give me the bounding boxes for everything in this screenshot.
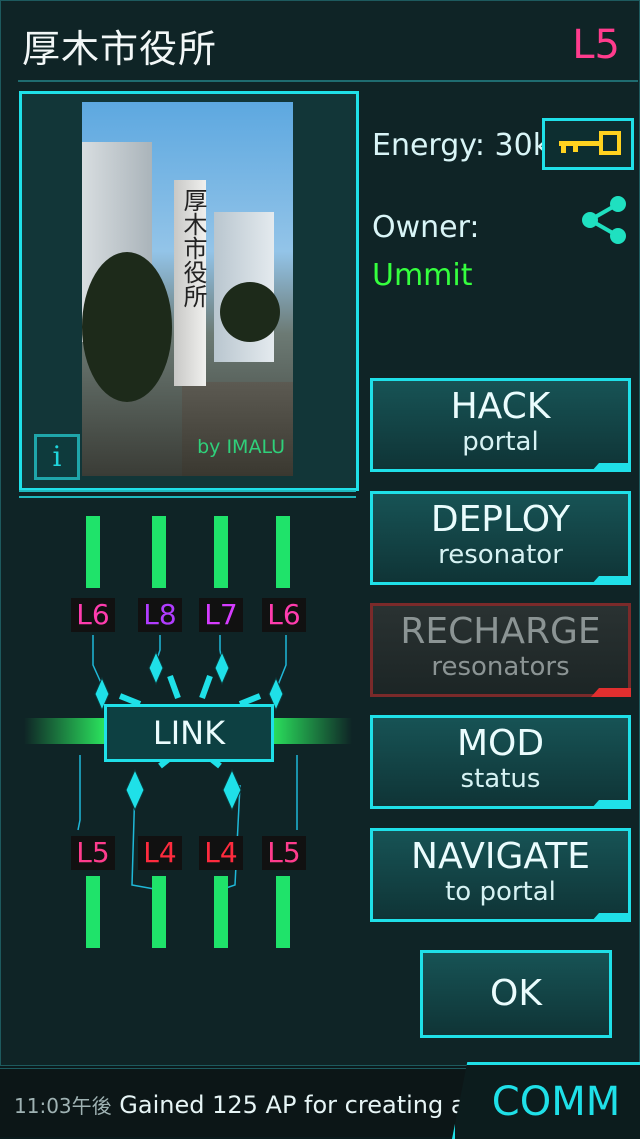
hack-button[interactable]: HACK portal	[370, 378, 631, 472]
photo-credit: by IMALU	[197, 436, 285, 458]
resonator-level-top-2[interactable]: L8	[138, 598, 182, 632]
owner-label: Owner:	[372, 210, 480, 245]
portal-title: 厚木市役所	[22, 27, 218, 71]
mod-title: MOD	[456, 723, 545, 764]
portal-photo[interactable]: 厚木市役所 by IMALU	[82, 102, 293, 476]
resonator-level-bottom-2[interactable]: L4	[138, 836, 182, 870]
resonator-bar-top-4	[276, 516, 290, 588]
tree-right	[220, 282, 280, 342]
ok-button[interactable]: OK	[420, 950, 612, 1038]
hack-subtitle: portal	[462, 427, 539, 457]
hack-title: HACK	[450, 386, 551, 427]
button-corner	[591, 463, 631, 472]
button-corner	[591, 576, 631, 585]
comm-ticker[interactable]: 11:03午後 Gained 125 AP for creating a Res…	[14, 1090, 474, 1119]
resonator-bar-top-2	[152, 516, 166, 588]
portal-level: L5	[572, 22, 620, 68]
link-button[interactable]: LINK	[104, 704, 274, 762]
resonator-bar-bottom-4	[276, 876, 290, 948]
city-hall-sign: 厚木市役所	[174, 180, 207, 386]
navigate-subtitle: to portal	[445, 877, 556, 907]
photo-divider	[19, 490, 356, 492]
energy-label: Energy:	[372, 128, 485, 163]
resonator-bar-bottom-3	[214, 876, 228, 948]
resonator-bar-top-1	[86, 516, 100, 588]
resonator-level-top-4[interactable]: L6	[262, 598, 306, 632]
mod-button[interactable]: MOD status	[370, 715, 631, 809]
ok-label: OK	[490, 973, 542, 1014]
deploy-subtitle: resonator	[438, 540, 563, 570]
recharge-button[interactable]: RECHARGE resonators	[370, 603, 631, 697]
button-corner	[591, 913, 631, 922]
navigate-button[interactable]: NAVIGATE to portal	[370, 828, 631, 922]
info-icon[interactable]: i	[34, 434, 80, 480]
resonator-level-top-3[interactable]: L7	[199, 598, 243, 632]
owner-name[interactable]: Ummit	[372, 258, 473, 293]
resonator-level-bottom-3[interactable]: L4	[199, 836, 243, 870]
sidewalk	[182, 382, 293, 476]
mod-subtitle: status	[460, 764, 541, 794]
tree-left	[82, 252, 172, 402]
resonator-level-top-1[interactable]: L6	[71, 598, 115, 632]
link-glow-right	[270, 718, 352, 744]
comm-tab[interactable]: COMM	[452, 1062, 640, 1139]
link-glow-left	[24, 718, 106, 744]
recharge-subtitle: resonators	[431, 652, 570, 682]
resonator-level-bottom-4[interactable]: L5	[262, 836, 306, 870]
resonator-level-bottom-1[interactable]: L5	[71, 836, 115, 870]
link-label: LINK	[152, 714, 226, 752]
share-icon[interactable]	[578, 194, 630, 246]
resonator-bar-bottom-2	[152, 876, 166, 948]
key-button[interactable]	[542, 118, 634, 170]
deploy-title: DEPLOY	[430, 499, 571, 540]
title-divider	[18, 80, 638, 82]
button-corner	[591, 800, 631, 809]
key-icon	[559, 131, 621, 155]
resonator-bar-bottom-1	[86, 876, 100, 948]
recharge-title: RECHARGE	[400, 611, 601, 652]
comm-message: Gained 125 AP for creating a Resonator	[119, 1091, 474, 1119]
sign-text: 厚木市役所	[179, 188, 207, 308]
resonator-bar-top-3	[214, 516, 228, 588]
button-corner	[591, 688, 631, 697]
deploy-button[interactable]: DEPLOY resonator	[370, 491, 631, 585]
photo-divider-2	[19, 496, 356, 498]
navigate-title: NAVIGATE	[411, 836, 590, 877]
portal-photo-frame: 厚木市役所 by IMALU i	[19, 91, 359, 491]
comm-label: COMM	[491, 1079, 621, 1125]
comm-time: 11:03午後	[14, 1094, 112, 1118]
energy-readout: Energy: 30k	[372, 128, 550, 163]
